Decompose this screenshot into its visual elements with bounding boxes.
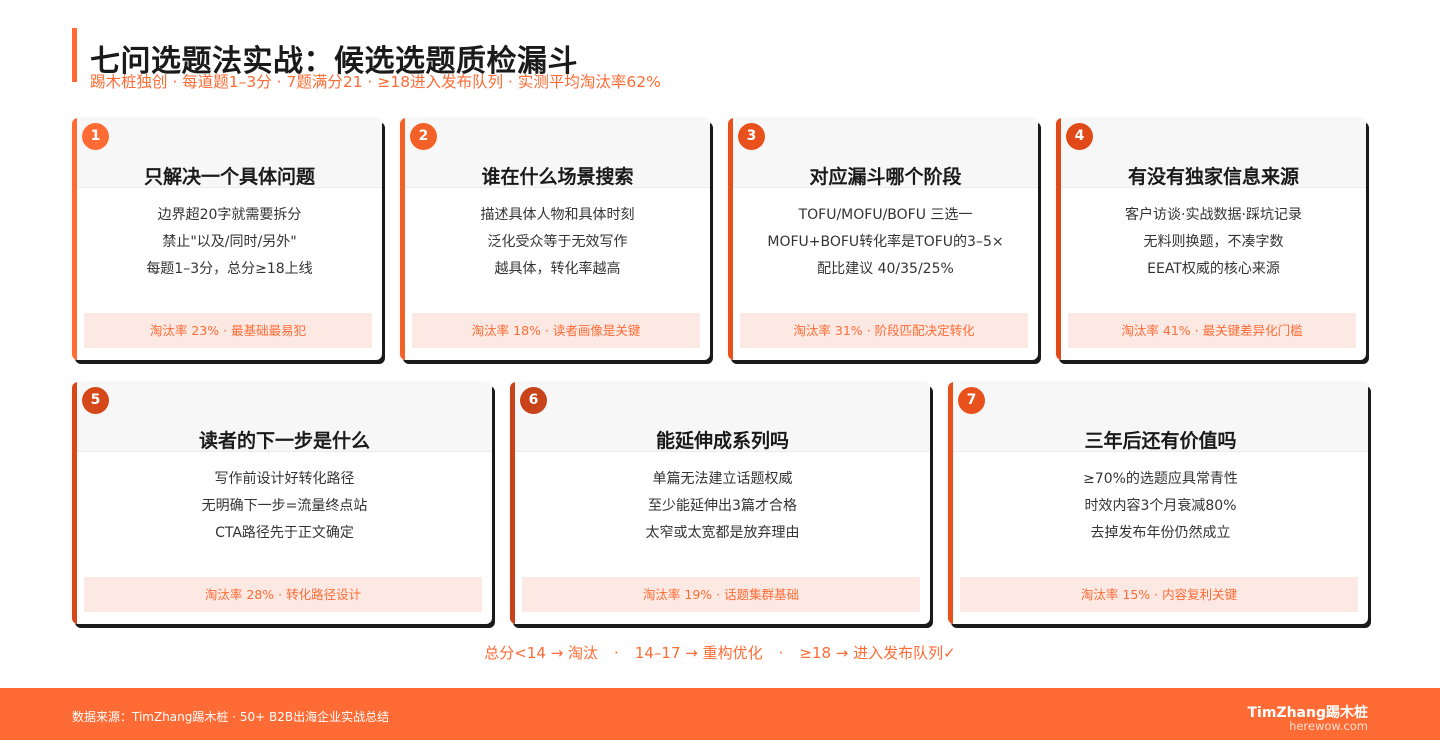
card-footer-rate: 淘汰率 41% · 最关键差异化门槛: [1068, 313, 1356, 348]
rule-eliminate: 总分<14 → 淘汰: [484, 644, 599, 662]
card-title: 三年后还有价值吗: [1084, 430, 1237, 452]
card-line: 无料则换题，不凑字数: [1143, 234, 1284, 250]
card-number-badge: 2: [410, 123, 437, 150]
card-title: 只解决一个具体问题: [143, 166, 315, 188]
rule-separator: ·: [614, 644, 619, 662]
card-number-badge: 1: [82, 123, 109, 150]
scoring-rule: 总分<14 → 淘汰 · 14–17 → 重构优化 · ≥18 → 进入发布队列✓: [0, 642, 1440, 663]
card-line: 至少能延伸出3篇才合格: [648, 498, 797, 514]
question-card-4: 4 有没有独家信息来源 客户访谈·实战数据·踩坑记录 无料则换题，不凑字数 EE…: [1056, 118, 1366, 360]
question-card-1: 1 只解决一个具体问题 边界超20字就需要拆分 禁止"以及/同时/另外" 每题1…: [72, 118, 382, 360]
card-line: 每题1–3分，总分≥18上线: [146, 261, 313, 277]
card-line: 禁止"以及/同时/另外": [162, 234, 297, 250]
question-card-5: 5 读者的下一步是什么 写作前设计好转化路径 无明确下一步=流量终点站 CTA路…: [72, 382, 492, 624]
card-line: TOFU/MOFU/BOFU 三选一: [798, 207, 973, 223]
card-body: 客户访谈·实战数据·踩坑记录 无料则换题，不凑字数 EEAT权威的核心来源: [1061, 202, 1366, 283]
card-line: 客户访谈·实战数据·踩坑记录: [1125, 207, 1302, 223]
card-body: 单篇无法建立话题权威 至少能延伸出3篇才合格 太窄或太宽都是放弃理由: [515, 466, 930, 547]
card-number-badge: 4: [1066, 123, 1093, 150]
card-line: CTA路径先于正文确定: [215, 525, 354, 541]
data-source-note: 数据来源：TimZhang踢木桩 · 50+ B2B出海企业实战总结: [72, 710, 390, 724]
card-footer-rate: 淘汰率 23% · 最基础最易犯: [84, 313, 372, 348]
card-line: 无明确下一步=流量终点站: [201, 498, 368, 514]
question-card-3: 3 对应漏斗哪个阶段 TOFU/MOFU/BOFU 三选一 MOFU+BOFU转…: [728, 118, 1038, 360]
rule-separator: ·: [778, 644, 784, 662]
card-line: MOFU+BOFU转化率是TOFU的3–5×: [767, 234, 1004, 250]
card-number-badge: 3: [738, 123, 765, 150]
rule-publish: ≥18 → 进入发布队列✓: [799, 644, 956, 662]
card-body: ≥70%的选题应具常青性 时效内容3个月衰减80% 去掉发布年份仍然成立: [953, 466, 1368, 547]
card-line: EEAT权威的核心来源: [1147, 261, 1280, 277]
card-line: 泛化受众等于无效写作: [487, 234, 628, 250]
card-line: 边界超20字就需要拆分: [157, 207, 302, 223]
card-line: 太窄或太宽都是放弃理由: [645, 525, 800, 541]
card-title: 有没有独家信息来源: [1127, 166, 1299, 188]
question-card-7: 7 三年后还有价值吗 ≥70%的选题应具常青性 时效内容3个月衰减80% 去掉发…: [948, 382, 1368, 624]
question-card-6: 6 能延伸成系列吗 单篇无法建立话题权威 至少能延伸出3篇才合格 太窄或太宽都是…: [510, 382, 930, 624]
card-line: 时效内容3个月衰减80%: [1084, 498, 1237, 514]
card-footer-rate: 淘汰率 28% · 转化路径设计: [84, 577, 482, 612]
card-body: 写作前设计好转化路径 无明确下一步=流量终点站 CTA路径先于正文确定: [77, 466, 492, 547]
card-number-badge: 7: [958, 387, 985, 414]
page-subtitle: 踢木桩独创 · 每道题1–3分 · 7题满分21 · ≥18进入发布队列 · 实…: [90, 73, 661, 91]
brand-website: herewow.com: [1289, 719, 1368, 733]
title-accent-bar: [72, 28, 77, 82]
card-line: 描述具体人物和具体时刻: [480, 207, 635, 223]
card-line: 单篇无法建立话题权威: [652, 471, 793, 487]
card-footer-rate: 淘汰率 31% · 阶段匹配决定转化: [740, 313, 1028, 348]
card-line: 写作前设计好转化路径: [214, 471, 355, 487]
page-footer: 数据来源：TimZhang踢木桩 · 50+ B2B出海企业实战总结 TimZh…: [0, 688, 1440, 740]
card-line: 配比建议 40/35/25%: [817, 261, 954, 277]
card-body: 边界超20字就需要拆分 禁止"以及/同时/另外" 每题1–3分，总分≥18上线: [77, 202, 382, 283]
card-body: 描述具体人物和具体时刻 泛化受众等于无效写作 越具体，转化率越高: [405, 202, 710, 283]
card-line: 越具体，转化率越高: [494, 261, 621, 277]
question-card-2: 2 谁在什么场景搜索 描述具体人物和具体时刻 泛化受众等于无效写作 越具体，转化…: [400, 118, 710, 360]
card-line: ≥70%的选题应具常青性: [1083, 471, 1238, 487]
card-title: 对应漏斗哪个阶段: [809, 166, 962, 188]
card-footer-rate: 淘汰率 18% · 读者画像是关键: [412, 313, 700, 348]
card-title: 谁在什么场景搜索: [481, 166, 634, 188]
card-number-badge: 6: [520, 387, 547, 414]
rule-refactor: 14–17 → 重构优化: [634, 644, 763, 662]
card-title: 能延伸成系列吗: [655, 430, 789, 452]
card-footer-rate: 淘汰率 19% · 话题集群基础: [522, 577, 920, 612]
card-line: 去掉发布年份仍然成立: [1090, 525, 1231, 541]
card-footer-rate: 淘汰率 15% · 内容复利关键: [960, 577, 1358, 612]
card-body: TOFU/MOFU/BOFU 三选一 MOFU+BOFU转化率是TOFU的3–5…: [733, 202, 1038, 283]
card-title: 读者的下一步是什么: [198, 430, 370, 452]
card-number-badge: 5: [82, 387, 109, 414]
